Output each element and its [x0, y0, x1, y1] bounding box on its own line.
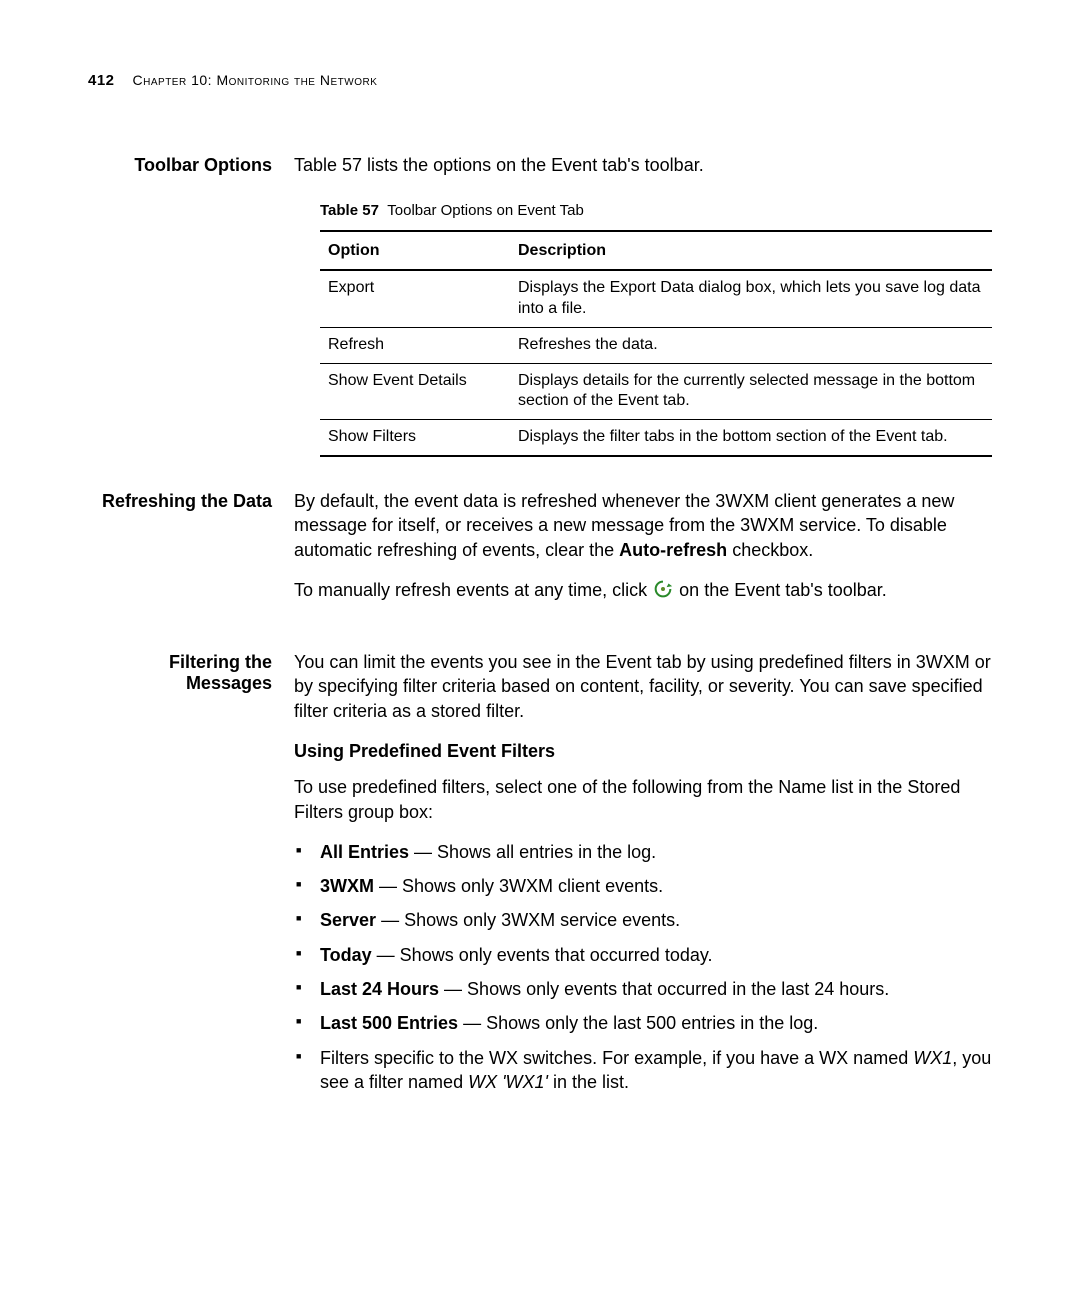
- running-head: 412 Chapter 10: Monitoring the Network: [88, 72, 992, 89]
- table-header-row: Option Description: [320, 231, 992, 271]
- cell-option: Show Filters: [320, 420, 510, 456]
- wx-filter-example: WX 'WX1': [468, 1072, 548, 1092]
- cell-desc: Displays details for the currently selec…: [510, 363, 992, 420]
- cell-option: Export: [320, 270, 510, 327]
- list-item: Last 500 Entries — Shows only the last 5…: [294, 1011, 992, 1035]
- list-item: Last 24 Hours — Shows only events that o…: [294, 977, 992, 1001]
- cell-desc: Displays the Export Data dialog box, whi…: [510, 270, 992, 327]
- section-label-toolbar-options: Toolbar Options: [88, 153, 294, 457]
- table-caption-text: Toolbar Options on Event Tab: [387, 202, 584, 219]
- paragraph: Table 57 lists the options on the Event …: [294, 153, 992, 177]
- table-row: Show Event Details Displays details for …: [320, 363, 992, 420]
- table-row: Refresh Refreshes the data.: [320, 327, 992, 363]
- table-number: Table 57: [320, 202, 379, 219]
- list-item: 3WXM — Shows only 3WXM client events.: [294, 874, 992, 898]
- paragraph: To manually refresh events at any time, …: [294, 578, 992, 602]
- list-item: Filters specific to the WX switches. For…: [294, 1046, 992, 1095]
- auto-refresh-label: Auto-refresh: [619, 540, 727, 560]
- table-row: Export Displays the Export Data dialog b…: [320, 270, 992, 327]
- paragraph: To use predefined filters, select one of…: [294, 775, 992, 824]
- col-option: Option: [320, 231, 510, 271]
- page-number: 412: [88, 72, 115, 89]
- cell-option: Show Event Details: [320, 363, 510, 420]
- section-label-refreshing: Refreshing the Data: [88, 489, 294, 618]
- cell-desc: Refreshes the data.: [510, 327, 992, 363]
- section-label-filtering: Filtering the Messages: [88, 650, 294, 1104]
- list-item: Server — Shows only 3WXM service events.: [294, 908, 992, 932]
- list-item: Today — Shows only events that occurred …: [294, 943, 992, 967]
- paragraph: By default, the event data is refreshed …: [294, 489, 992, 562]
- subhead-predefined-filters: Using Predefined Event Filters: [294, 739, 992, 763]
- table-caption: Table 57 Toolbar Options on Event Tab: [294, 201, 992, 221]
- col-description: Description: [510, 231, 992, 271]
- wx-name-example: WX1: [913, 1048, 952, 1068]
- table-row: Show Filters Displays the filter tabs in…: [320, 420, 992, 456]
- cell-desc: Displays the filter tabs in the bottom s…: [510, 420, 992, 456]
- cell-option: Refresh: [320, 327, 510, 363]
- refresh-icon: [652, 578, 674, 600]
- filter-list: All Entries — Shows all entries in the l…: [294, 840, 992, 1094]
- chapter-title: Chapter 10: Monitoring the Network: [133, 72, 378, 88]
- toolbar-options-table: Option Description Export Displays the E…: [320, 230, 992, 457]
- paragraph: You can limit the events you see in the …: [294, 650, 992, 723]
- list-item: All Entries — Shows all entries in the l…: [294, 840, 992, 864]
